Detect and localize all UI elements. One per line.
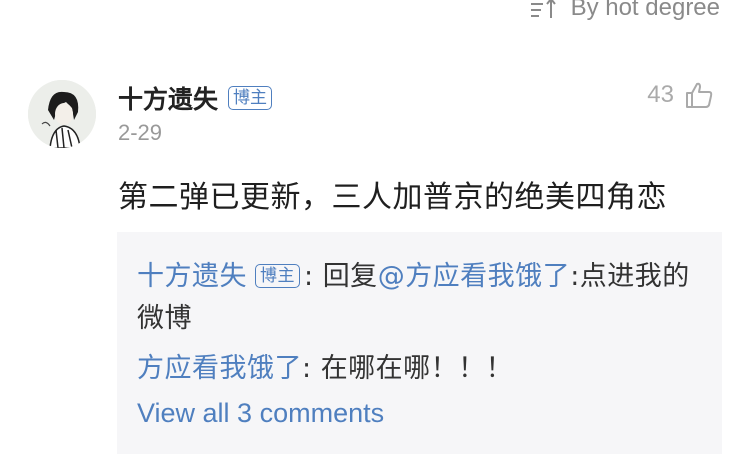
comment-date: 2-29 [118, 120, 163, 145]
sort-toggle[interactable]: By hot degree [529, 0, 720, 22]
like-button[interactable]: 43 [647, 80, 714, 110]
thumbs-up-icon [686, 82, 713, 108]
reply-separator: : [304, 261, 323, 292]
reply-author[interactable]: 方应看我饿了 [137, 353, 302, 384]
blogger-badge: 博主 [255, 264, 300, 288]
reply-prefix: 回复 [322, 261, 378, 292]
reply-item: 十方遗失 博主: 回复@方应看我饿了:点进我的微博 [137, 256, 702, 340]
reply-text: 在哪在哪！！！ [320, 353, 514, 384]
comment-text: 第二弹已更新，三人加普京的绝美四角恋 [118, 180, 667, 215]
reply-box: 十方遗失 博主: 回复@方应看我饿了:点进我的微博 方应看我饿了: 在哪在哪！！！… [117, 232, 722, 454]
avatar[interactable] [28, 80, 96, 148]
like-count: 43 [647, 81, 674, 108]
reply-separator: : [302, 353, 321, 384]
sort-label: By hot degree [570, 0, 720, 21]
reply-item: 方应看我饿了: 在哪在哪！！！ [137, 348, 702, 390]
sort-icon [529, 0, 563, 20]
author-name[interactable]: 十方遗失 [118, 80, 218, 116]
reply-mention[interactable]: @方应看我饿了 [378, 261, 571, 292]
comment-page: By hot degree 十方遗失 博主 2-29 43 第二弹已更新，三人加… [0, 0, 750, 474]
view-all-comments-link[interactable]: View all 3 comments [137, 398, 702, 429]
reply-author[interactable]: 十方遗失 [137, 261, 247, 292]
comment-author[interactable]: 十方遗失 博主 [118, 80, 273, 116]
blogger-badge: 博主 [228, 86, 273, 110]
